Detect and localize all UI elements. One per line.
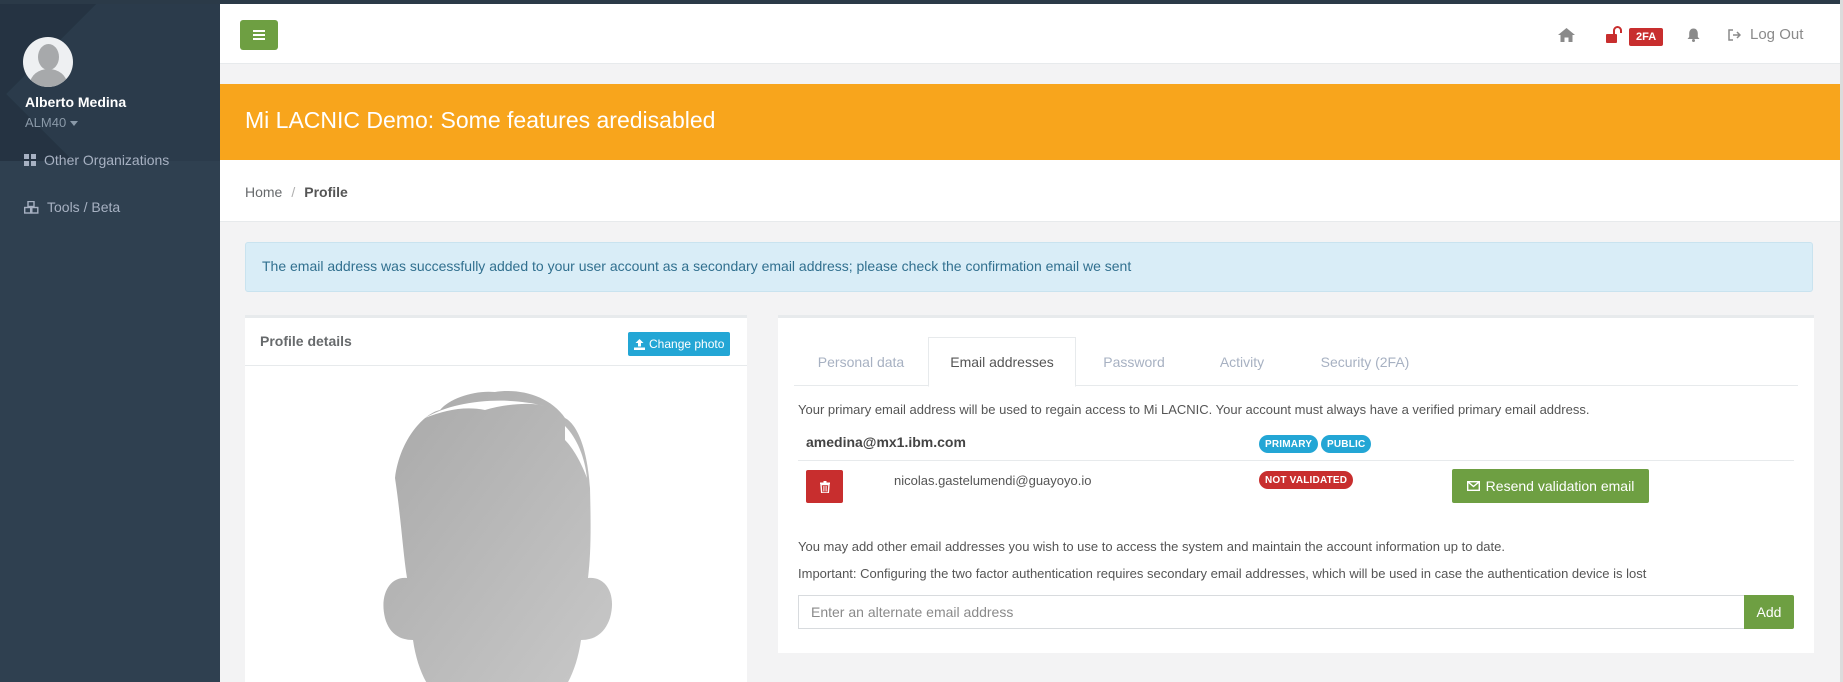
user-name: Alberto Medina xyxy=(25,94,127,110)
profile-card-title: Profile details xyxy=(260,333,352,349)
user-handle-dropdown[interactable]: ALM40 xyxy=(25,115,79,130)
email-intro-text: Your primary email address will be used … xyxy=(798,402,1590,417)
breadcrumb-current: Profile xyxy=(304,184,348,200)
sidebar-item-tools-beta[interactable]: Tools / Beta xyxy=(0,188,220,226)
email-row-secondary: nicolas.gastelumendi@guayoyo.io NOT VALI… xyxy=(798,461,1794,511)
secondary-email-address: nicolas.gastelumendi@guayoyo.io xyxy=(894,473,1092,488)
public-badge: PUBLIC xyxy=(1321,435,1372,453)
profile-tabs: Personal data Email addresses Password A… xyxy=(794,337,1798,387)
envelope-icon xyxy=(1466,481,1480,491)
not-validated-badge: NOT VALIDATED xyxy=(1259,471,1354,489)
tab-email-addresses[interactable]: Email addresses xyxy=(928,337,1076,387)
twofa-badge[interactable]: 2FA xyxy=(1629,28,1664,46)
success-alert: The email address was successfully added… xyxy=(245,242,1813,292)
email-addresses-card: Personal data Email addresses Password A… xyxy=(778,315,1814,653)
unlock-icon[interactable] xyxy=(1606,26,1622,43)
user-handle: ALM40 xyxy=(25,115,67,130)
delete-email-button[interactable] xyxy=(806,470,843,503)
change-photo-button[interactable]: Change photo xyxy=(628,332,731,356)
alternate-email-input[interactable] xyxy=(798,595,1744,629)
sidebar: Alberto Medina ALM40 Other Organizations… xyxy=(0,4,220,682)
bell-icon[interactable] xyxy=(1687,28,1700,42)
cubes-icon xyxy=(24,200,39,214)
tab-security-2fa[interactable]: Security (2FA) xyxy=(1292,337,1438,386)
tab-password[interactable]: Password xyxy=(1076,337,1192,386)
email-row-primary: amedina@mx1.ibm.com PRIMARY PUBLIC xyxy=(798,424,1794,461)
menu-toggle-button[interactable] xyxy=(240,20,278,50)
trash-icon xyxy=(819,480,830,493)
demo-banner: Mi LACNIC Demo: Some features aredisable… xyxy=(220,84,1840,160)
breadcrumb-bar: Home / Profile xyxy=(220,160,1840,222)
main-content: 2FA Log Out Mi LACNIC Demo: Some feature… xyxy=(220,4,1840,682)
sidebar-user-panel: Alberto Medina ALM40 xyxy=(0,4,220,161)
breadcrumb-separator: / xyxy=(291,184,296,200)
top-navbar: 2FA Log Out xyxy=(220,4,1840,64)
primary-email-address: amedina@mx1.ibm.com xyxy=(806,434,966,450)
add-email-button[interactable]: Add xyxy=(1744,595,1794,629)
card-divider xyxy=(245,365,747,366)
breadcrumb: Home / Profile xyxy=(245,184,348,200)
alert-text: The email address was successfully added… xyxy=(262,258,1132,274)
sidebar-item-label: Tools / Beta xyxy=(47,199,121,215)
avatar[interactable] xyxy=(23,37,73,87)
resend-validation-button[interactable]: Resend validation email xyxy=(1452,469,1649,503)
tab-personal-data[interactable]: Personal data xyxy=(794,337,928,386)
upload-icon xyxy=(634,338,645,350)
resend-label: Resend validation email xyxy=(1485,478,1635,494)
home-icon[interactable] xyxy=(1558,28,1575,42)
profile-photo-placeholder xyxy=(383,391,612,682)
logout-label: Log Out xyxy=(1750,26,1804,43)
grid-icon xyxy=(24,154,36,166)
banner-text: Mi LACNIC Demo: Some features aredisable… xyxy=(245,107,716,133)
change-photo-label: Change photo xyxy=(649,337,725,351)
sidebar-item-other-organizations[interactable]: Other Organizations xyxy=(0,141,220,179)
caret-down-icon xyxy=(70,121,79,127)
twofa-important-note: Important: Configuring the two factor au… xyxy=(798,566,1647,581)
hamburger-icon xyxy=(253,30,265,40)
add-email-info: You may add other email addresses you wi… xyxy=(798,539,1505,554)
logout-button[interactable]: Log Out xyxy=(1728,26,1803,43)
breadcrumb-home-link[interactable]: Home xyxy=(245,184,282,200)
tab-activity[interactable]: Activity xyxy=(1192,337,1292,386)
sidebar-item-label: Other Organizations xyxy=(44,152,170,168)
profile-details-card: Profile details Change photo xyxy=(245,315,747,682)
primary-badge: PRIMARY xyxy=(1259,435,1319,453)
sign-out-icon xyxy=(1728,28,1741,41)
